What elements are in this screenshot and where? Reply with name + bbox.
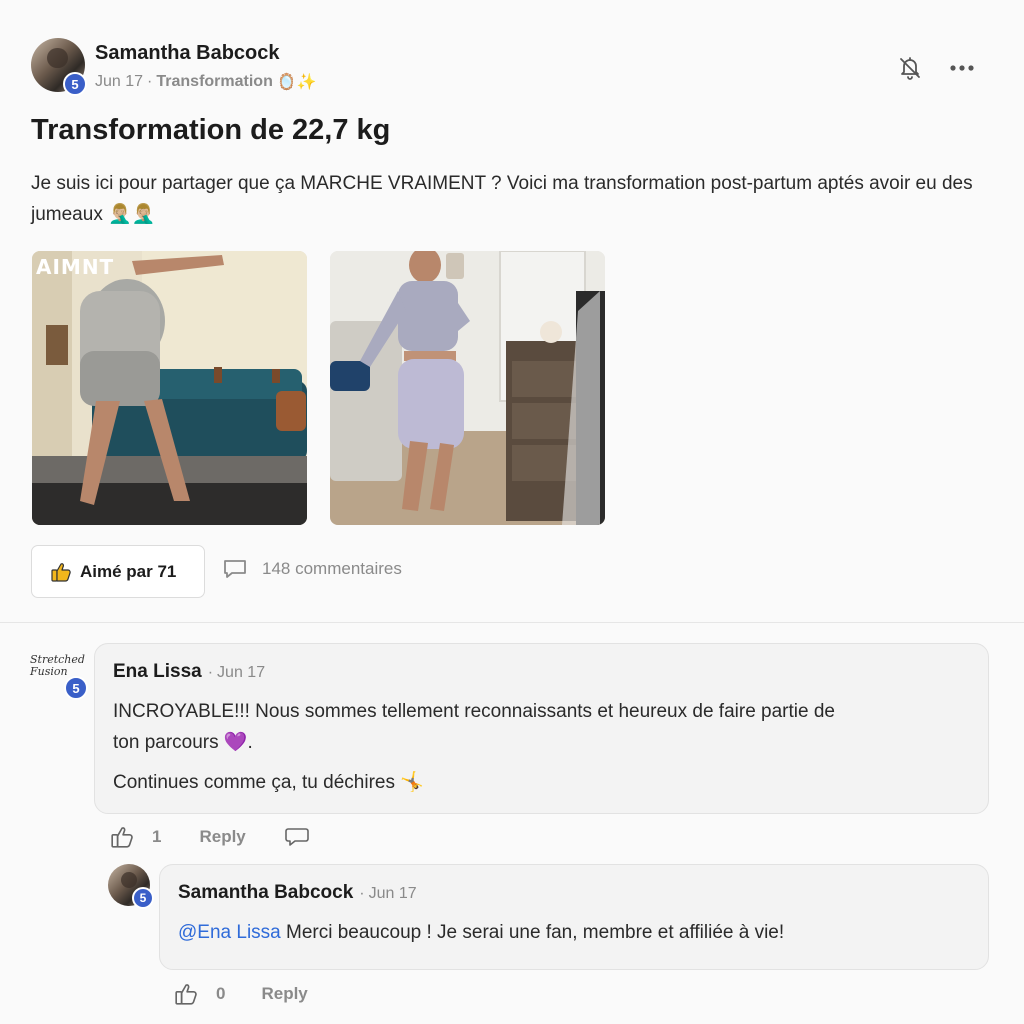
post-date: Jun 17	[95, 73, 144, 90]
comments-count-label: 148 commentaires	[262, 559, 402, 578]
post-category[interactable]: Transformation	[156, 73, 272, 91]
more-icon[interactable]	[946, 54, 978, 82]
comment-date: Jun 17	[217, 664, 266, 681]
commenter-level-badge: 5	[64, 676, 88, 700]
comment-text-line: INCROYABLE!!! Nous sommes tellement reco…	[113, 701, 835, 722]
section-divider	[0, 622, 1024, 623]
comment-like-count: 1	[152, 827, 162, 846]
comment-header: Ena Lissa · Jun 17	[113, 661, 265, 683]
comment-text-line: Continues comme ça, tu déchires 🤸	[113, 772, 424, 793]
comment-text-line: ton parcours 💜.	[113, 732, 253, 753]
thumbs-up-icon	[50, 561, 72, 583]
commenter-avatar-text: Stretched Fusion	[30, 653, 85, 678]
mention-link[interactable]: @Ena Lissa	[178, 922, 281, 943]
comment-bubble-icon	[222, 558, 248, 580]
category-emoji: 🪞✨	[276, 74, 317, 91]
reply-like-count: 0	[216, 984, 226, 1003]
reply-author[interactable]: Samantha Babcock	[178, 882, 353, 904]
comment-actions: 1 Reply	[110, 825, 310, 849]
bell-off-icon[interactable]	[896, 54, 924, 82]
reply-level-badge: 5	[132, 887, 154, 909]
reply-card: Samantha Babcock · Jun 17 @Ena Lissa Mer…	[159, 864, 989, 970]
comments-link[interactable]: 148 commentaires	[222, 558, 402, 580]
post-body: Je suis ici pour partager que ça MARCHE …	[31, 173, 973, 225]
post-card: 5 Samantha Babcock Jun 17 · Transformati…	[0, 0, 1024, 622]
meta-separator: ·	[147, 73, 153, 90]
post-title: Transformation de 22,7 kg	[31, 114, 391, 146]
reply-button[interactable]: Reply	[199, 827, 245, 847]
reply-actions: 0 Reply	[174, 982, 308, 1006]
reply-date: Jun 17	[368, 885, 417, 902]
reply-text-body: Merci beaucoup ! Je serai une fan, membr…	[280, 922, 785, 943]
thumbs-up-icon[interactable]	[110, 825, 134, 849]
comment-date-separator: ·	[207, 664, 214, 681]
likes-count-label: Aimé par 71	[80, 561, 177, 581]
reply-text: @Ena Lissa Merci beaucoup ! Je serai une…	[178, 917, 784, 948]
reply-button[interactable]: Reply	[261, 984, 307, 1004]
comment-card: Ena Lissa · Jun 17 INCROYABLE!!! Nous so…	[94, 643, 989, 814]
before-photo[interactable]: AIMNT	[32, 251, 307, 525]
after-photo[interactable]	[330, 251, 605, 525]
comment-bubble-icon[interactable]	[284, 826, 310, 848]
comment-author[interactable]: Ena Lissa	[113, 661, 202, 683]
like-button[interactable]: Aimé par 71	[31, 545, 205, 598]
thumbs-up-icon[interactable]	[174, 982, 198, 1006]
author-name[interactable]: Samantha Babcock	[95, 42, 280, 65]
post-meta: Jun 17 · Transformation 🪞✨	[95, 72, 317, 92]
reply-header: Samantha Babcock · Jun 17	[178, 882, 417, 904]
reply-date-separator: ·	[359, 885, 365, 902]
photo-overlay-text: AIMNT	[36, 255, 115, 279]
level-badge: 5	[63, 72, 87, 96]
